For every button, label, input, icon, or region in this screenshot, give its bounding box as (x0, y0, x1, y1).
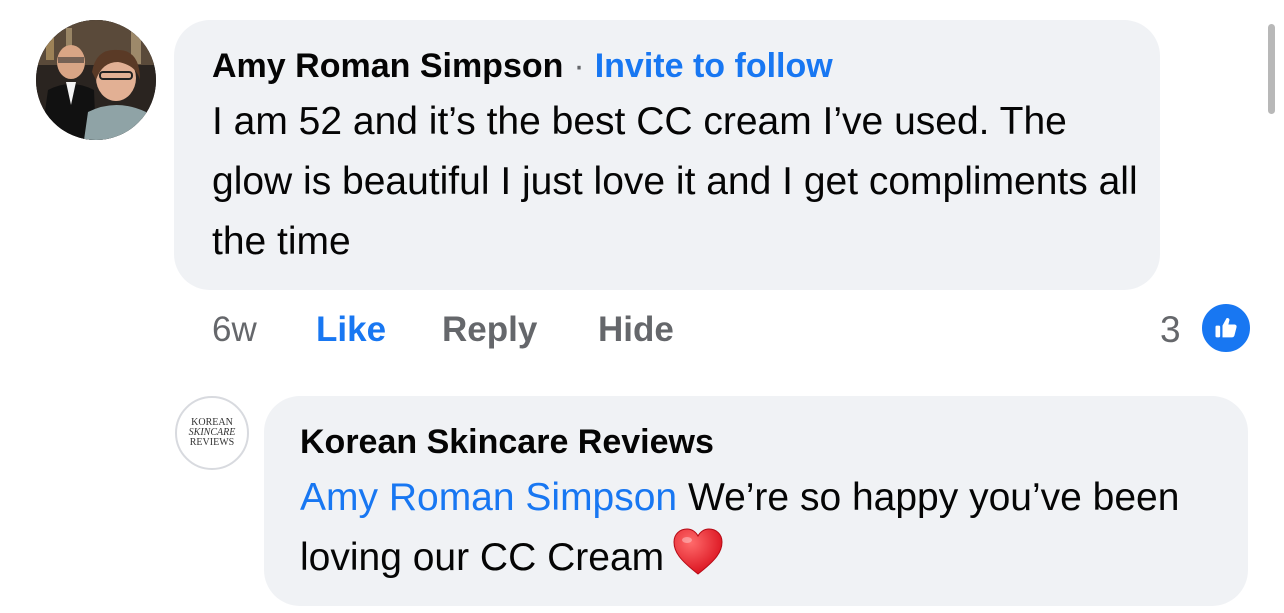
thumbs-up-icon[interactable] (1200, 302, 1252, 354)
thumbs-up-glyph (1215, 317, 1237, 338)
profile-photo-icon (36, 20, 156, 140)
reaction-count[interactable]: 3 (1160, 302, 1181, 358)
avatar-logo-line: REVIEWS (189, 437, 235, 448)
reply-button[interactable]: Reply (442, 302, 537, 358)
reply-text: Amy Roman Simpson We’re so happy you’ve … (300, 468, 1220, 594)
invite-to-follow-link[interactable]: Invite to follow (595, 47, 833, 85)
hide-button[interactable]: Hide (598, 302, 674, 358)
reply-author[interactable]: Korean Skincare Reviews (300, 418, 714, 466)
avatar[interactable] (36, 20, 156, 140)
like-button[interactable]: Like (316, 302, 386, 358)
page-avatar[interactable]: KOREAN SKINCARE REVIEWS (175, 396, 249, 470)
comment-text: I am 52 and it’s the best CC cream I’ve … (212, 100, 1138, 263)
mention-link[interactable]: Amy Roman Simpson (300, 476, 677, 519)
comment-header: Amy Roman Simpson · Invite to follow (212, 42, 833, 90)
scrollbar[interactable] (1268, 24, 1275, 114)
comment-timestamp[interactable]: 6w (212, 302, 257, 358)
red-heart-icon (672, 528, 724, 594)
comment-thread: Amy Roman Simpson · Invite to follow I am … (0, 0, 1284, 613)
comment-author[interactable]: Amy Roman Simpson (212, 47, 563, 85)
separator-dot: · (573, 47, 585, 85)
